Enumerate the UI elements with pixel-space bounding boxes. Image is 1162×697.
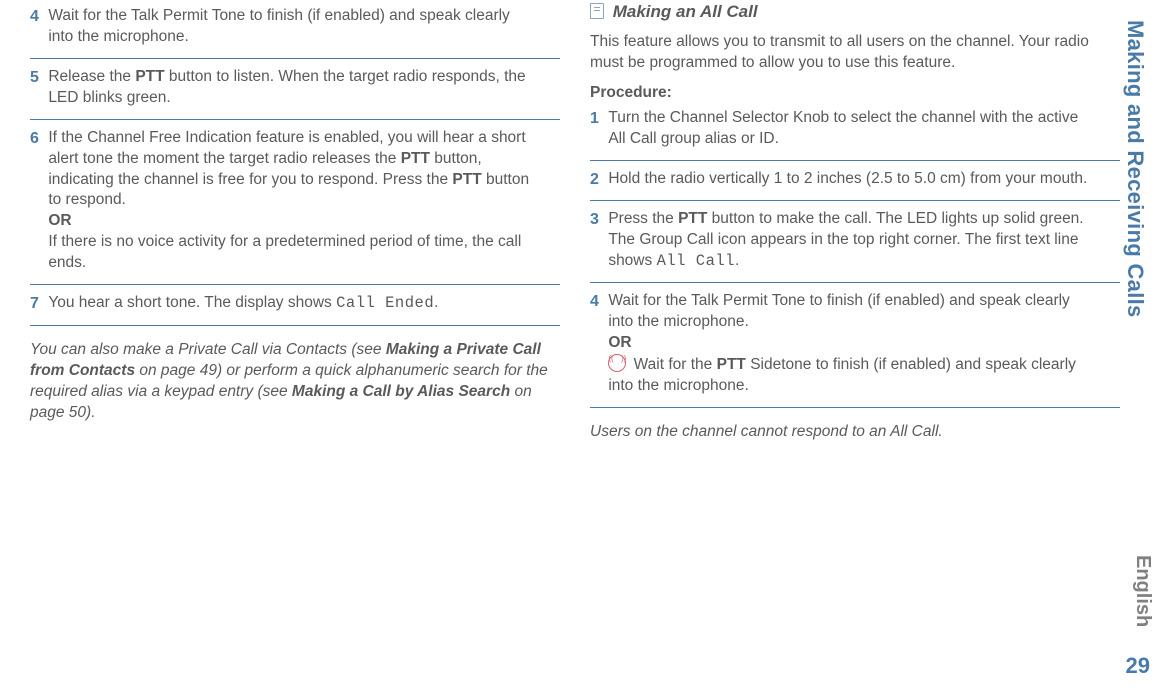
text: Wait for the [629, 356, 716, 373]
left-column: 4 Wait for the Talk Permit Tone to finis… [15, 0, 575, 453]
text: . [434, 294, 438, 311]
step-text: Hold the radio vertically 1 to 2 inches … [608, 169, 1098, 190]
step-1: 1 Turn the Channel Selector Knob to sele… [590, 108, 1120, 150]
footer-note: Users on the channel cannot respond to a… [590, 422, 1120, 443]
step-text: Wait for the Talk Permit Tone to finish … [608, 291, 1098, 397]
text: . [735, 252, 739, 269]
side-tab: Making and Receiving Calls English 29 [1112, 0, 1162, 697]
mono-call-ended: Call Ended [336, 294, 434, 312]
text: Press the [608, 210, 678, 227]
step-number: 5 [30, 67, 44, 89]
heading-text: Making an All Call [613, 2, 758, 21]
bold-ptt: PTT [678, 210, 707, 227]
step-text: Wait for the Talk Permit Tone to finish … [48, 6, 538, 48]
procedure-label: Procedure: [590, 84, 1120, 102]
mono-all-call: All Call [657, 252, 735, 270]
chapter-label: Making and Receiving Calls [1122, 20, 1148, 318]
step-number: 7 [30, 293, 44, 315]
divider [590, 200, 1120, 201]
transmit-icon [608, 354, 626, 372]
step-number: 4 [30, 6, 44, 28]
bold-link: Making a Call by Alias Search [292, 383, 510, 400]
divider [30, 284, 560, 285]
divider [590, 407, 1120, 408]
step-5: 5 Release the PTT button to listen. When… [30, 67, 560, 109]
section-heading: Making an All Call [590, 2, 1120, 22]
bold-ptt: PTT [135, 68, 164, 85]
step-number: 1 [590, 108, 604, 130]
right-column: Making an All Call This feature allows y… [575, 0, 1135, 453]
step-number: 2 [590, 169, 604, 191]
book-icon [590, 3, 604, 19]
step-text: Press the PTT button to make the call. T… [608, 209, 1098, 272]
step-number: 4 [590, 291, 604, 313]
step-4: 4 Wait for the Talk Permit Tone to finis… [590, 291, 1120, 397]
text: Release the [48, 68, 135, 85]
bold-ptt: PTT [717, 356, 746, 373]
step-4: 4 Wait for the Talk Permit Tone to finis… [30, 6, 560, 48]
step-7: 7 You hear a short tone. The display sho… [30, 293, 560, 315]
step-text: You hear a short tone. The display shows… [48, 293, 538, 314]
language-label: English [1131, 555, 1154, 627]
footer-note: You can also make a Private Call via Con… [30, 340, 560, 424]
step-text: Release the PTT button to listen. When t… [48, 67, 538, 109]
divider [590, 282, 1120, 283]
step-2: 2 Hold the radio vertically 1 to 2 inche… [590, 169, 1120, 191]
page-number: 29 [1126, 653, 1150, 679]
text: If there is no voice activity for a pred… [48, 233, 521, 271]
text: You hear a short tone. The display shows [48, 294, 336, 311]
divider [30, 58, 560, 59]
text: Wait for the Talk Permit Tone to finish … [608, 292, 1070, 330]
bold-ptt: PTT [452, 171, 481, 188]
divider [590, 160, 1120, 161]
divider [30, 325, 560, 326]
step-3: 3 Press the PTT button to make the call.… [590, 209, 1120, 272]
step-6: 6 If the Channel Free Indication feature… [30, 128, 560, 274]
text: You can also make a Private Call via Con… [30, 341, 386, 358]
step-text: If the Channel Free Indication feature i… [48, 128, 538, 274]
step-text: Turn the Channel Selector Knob to select… [608, 108, 1098, 150]
or-label: OR [48, 212, 71, 229]
intro-text: This feature allows you to transmit to a… [590, 32, 1120, 74]
or-label: OR [608, 334, 631, 351]
bold-ptt: PTT [401, 150, 430, 167]
divider [30, 119, 560, 120]
step-number: 3 [590, 209, 604, 231]
step-number: 6 [30, 128, 44, 150]
